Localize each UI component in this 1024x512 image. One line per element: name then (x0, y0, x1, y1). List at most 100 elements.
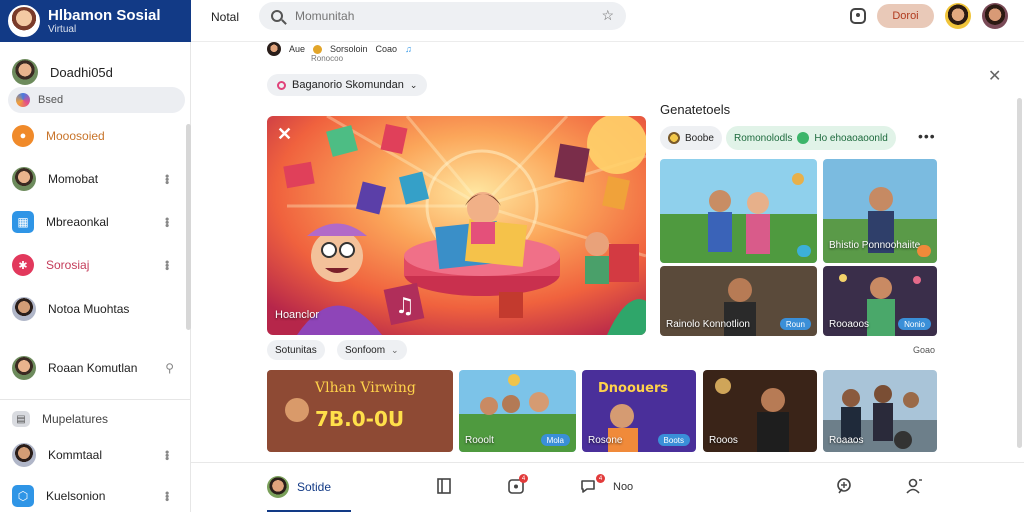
status-badge (916, 245, 931, 257)
user-avatar (12, 443, 36, 467)
nav-label[interactable]: Noo (613, 481, 633, 493)
thumbnail-caption: Rooolt (465, 435, 494, 446)
sidebar-item-2[interactable]: Momobat ••• (0, 166, 186, 192)
profile-label: Doadhi05d (50, 64, 113, 80)
brand-texts: Hlbamon Sosial Virtual (48, 8, 161, 35)
sidebar-item-5[interactable]: Notoa Muohtas (0, 296, 186, 322)
section-title: Genatetoels (660, 102, 731, 117)
post-sub: Ronocoo (311, 54, 344, 63)
emoji-icon (668, 132, 680, 144)
chip-filter-active[interactable]: Romonolodls Ho ehoaoaoonld (726, 126, 896, 150)
status-badge: Mola (540, 434, 570, 446)
tag-label: Sotunitas (275, 344, 317, 356)
video-thumbnail[interactable]: Dnoouers Rosone Boots (582, 370, 696, 452)
thumbnail-image: Vlhan Virwing 7B.0-0U (267, 370, 453, 452)
user-avatar (12, 167, 36, 191)
status-badge (796, 245, 811, 257)
overlay-text: Dnoouers (598, 381, 668, 396)
star-icon[interactable]: ☆ (601, 7, 614, 24)
thumbnail-caption: Roaaos (829, 435, 864, 446)
sidebar-item-1[interactable]: ● Mooosoied (0, 123, 186, 149)
hero-image[interactable]: ♫ ✕ Hoanclor (267, 116, 646, 335)
user-avatar[interactable] (945, 3, 971, 29)
app-root: Hlbamon Sosial Virtual Doadhi05d Bsed ● … (0, 0, 1024, 512)
video-thumbnail[interactable]: Rooos (703, 370, 817, 452)
user-avatar[interactable] (982, 3, 1008, 29)
chip-label: Ho ehoaoaoonld (814, 132, 888, 144)
author-name[interactable]: Aue (289, 44, 305, 54)
video-thumbnail[interactable]: Rooaoos Nonio (823, 266, 937, 336)
svg-text:♫: ♫ (395, 294, 415, 319)
status-badge: Roun (779, 318, 811, 330)
tag-chip[interactable]: Sotunitas (267, 340, 325, 360)
bottom-nav: Sotide 4 4 Noo (191, 462, 1024, 512)
search-bar[interactable]: ☆ (259, 2, 626, 30)
profile-icon[interactable] (905, 477, 923, 495)
sidebar-item-label: Kuelsonion (46, 489, 106, 503)
pin-icon[interactable]: ⚲ (165, 361, 174, 375)
thumbnail-caption: Rainolo Konnotlion (666, 319, 750, 330)
filter-label: Baganorio Skomundan (292, 79, 404, 91)
more-options-icon[interactable]: ••• (160, 217, 174, 227)
sidebar-item-label: Kommtaal (48, 448, 103, 462)
profile-row[interactable]: Doadhi05d (0, 58, 186, 86)
sidebar-section-header[interactable]: ▤ Mupelatures (0, 407, 186, 431)
tag-chip[interactable]: Sonfoom ⌄ (337, 340, 407, 360)
brand-logo (8, 5, 40, 37)
brand-header[interactable]: Hlbamon Sosial Virtual (0, 0, 191, 42)
more-options-icon[interactable]: ••• (160, 174, 174, 184)
flame-icon: ● (12, 125, 34, 147)
chip-label: Romonolodls (734, 132, 793, 144)
nav-label: Sotide (297, 480, 332, 494)
chip-filter[interactable]: Boobe (660, 126, 722, 150)
more-options-icon[interactable]: ••• (918, 128, 936, 144)
top-nav-label[interactable]: Notal (211, 10, 239, 24)
nav-item-home[interactable]: Sotide (267, 463, 331, 511)
video-thumbnail[interactable]: Vlhan Virwing 7B.0-0U (267, 370, 453, 452)
emoji-icon (313, 44, 323, 54)
author-avatar[interactable] (267, 42, 281, 56)
emoji-icon: ♫ (405, 44, 412, 54)
filter-dropdown[interactable]: Baganorio Skomundan ⌄ (267, 74, 428, 96)
add-friend-icon[interactable] (835, 477, 853, 495)
chat-bubble-icon[interactable] (579, 477, 597, 495)
video-thumbnail[interactable]: Roaaos (823, 370, 937, 452)
tag-label: Sonfoom (345, 344, 386, 356)
book-icon[interactable] (435, 477, 453, 495)
notification-badge: 4 (596, 474, 605, 483)
app-title: Hlbamon Sosial (48, 6, 161, 24)
chat-icon[interactable] (850, 8, 866, 24)
sidebar-search-pill[interactable]: Bsed (8, 87, 185, 113)
sidebar-item-label: Notoa Muohtas (48, 302, 130, 316)
see-all-link[interactable]: Goao (913, 345, 935, 355)
chevron-down-icon: ⌄ (409, 79, 418, 90)
video-thumbnail[interactable] (660, 159, 817, 263)
video-thumbnail[interactable]: Rooolt Mola (459, 370, 576, 452)
cta-button[interactable]: Doroi (877, 4, 934, 28)
search-input[interactable] (295, 9, 595, 23)
shield-icon: ⬡ (12, 485, 34, 507)
close-icon[interactable]: ✕ (988, 66, 1001, 86)
more-options-icon[interactable]: ••• (160, 260, 174, 270)
thumbnail-caption: Rooaoos (829, 319, 870, 330)
folder-icon: ▤ (12, 411, 30, 427)
sidebar-item-4[interactable]: ✱ Sorosiaj ••• (0, 252, 186, 278)
video-thumbnail[interactable]: Rainolo Konnotlion Roun (660, 266, 817, 336)
sidebar-item-3[interactable]: ▦ Mbreaonkal ••• (0, 209, 186, 235)
sidebar-bottom-item-2[interactable]: ⬡ Kuelsonion ••• (0, 483, 186, 509)
colorful-icon (16, 93, 30, 107)
sidebar-item-6[interactable]: Roaan Komutlan ⚲ (0, 355, 186, 381)
notification-badge: 4 (519, 474, 528, 483)
emoji-icon (797, 132, 810, 144)
video-thumbnail[interactable]: Bhistio Ponnoohaiite (823, 159, 937, 263)
thumbnail-image (660, 159, 817, 263)
close-icon[interactable]: ✕ (277, 124, 292, 145)
grid-icon: ▦ (12, 211, 34, 233)
app-subtitle: Virtual (48, 23, 77, 35)
post-meta: Sorsoloin (330, 44, 368, 54)
star-burst-icon: ✱ (12, 254, 34, 276)
sidebar-bottom-item-1[interactable]: Kommtaal ••• (0, 442, 186, 468)
feed-scrollbar[interactable] (1017, 98, 1022, 448)
more-options-icon[interactable]: ••• (160, 491, 174, 501)
more-options-icon[interactable]: ••• (160, 450, 174, 460)
